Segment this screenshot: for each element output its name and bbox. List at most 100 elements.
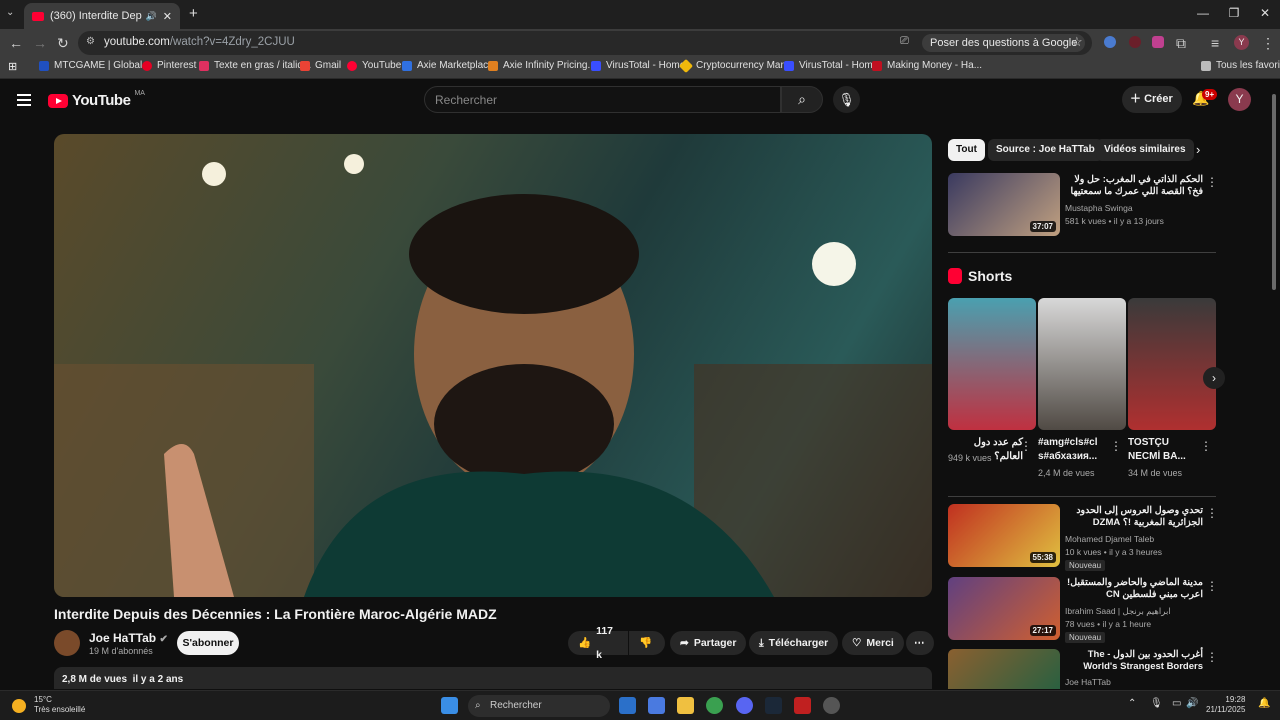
kebab-menu-icon[interactable]: ⋮ [1020, 439, 1032, 453]
related-title[interactable]: تحدي وصول العروس إلى الحدود الجزائرية ال… [1065, 505, 1203, 529]
bookmark-item[interactable]: Axie Infinity Pricing... [488, 60, 596, 71]
close-tab-icon[interactable]: ✕ [163, 10, 172, 23]
related-thumbnail[interactable]: 27:17 [948, 577, 1060, 640]
short-title[interactable]: TOSTÇU NECMİ BA... [1128, 436, 1203, 464]
description-box[interactable]: 2,8 M de vues il y a 2 ans [54, 667, 932, 689]
thanks-button[interactable]: ♡ Merci [842, 631, 904, 655]
chip-all[interactable]: Tout [948, 139, 985, 161]
menu-icon[interactable] [17, 94, 31, 109]
windows-start-icon[interactable] [441, 697, 458, 714]
back-icon[interactable]: ← [9, 35, 23, 51]
channel-name[interactable]: Joe HaTTab ✔ [89, 631, 168, 645]
file-explorer-icon[interactable] [677, 697, 694, 714]
forward-icon[interactable]: → [33, 35, 47, 51]
voice-search-icon[interactable]: 🎙 [833, 86, 860, 113]
video-player[interactable] [54, 134, 932, 597]
menu-dots-icon[interactable]: ⋮ [1261, 35, 1275, 52]
extensions-puzzle-icon[interactable]: ⧉ [1176, 35, 1186, 52]
apps-grid-icon[interactable]: ⊞ [8, 60, 17, 73]
store-icon[interactable] [648, 697, 665, 714]
address-bar[interactable]: ⚙ youtube.com/watch?v=4Zdry_2CJUU ⎚ Pose… [78, 31, 1092, 55]
more-actions-icon[interactable]: ⋯ [906, 631, 934, 655]
chrome-icon[interactable] [706, 697, 723, 714]
bookmark-item[interactable]: Making Money - Ha... [872, 60, 982, 71]
shorts-next-icon[interactable]: › [1203, 367, 1225, 389]
chip-similar[interactable]: Vidéos similaires [1096, 139, 1194, 161]
outlook-icon[interactable] [619, 697, 636, 714]
bookmark-item[interactable]: Texte en gras / italiq... [199, 60, 311, 71]
new-tab-icon[interactable]: + [189, 5, 198, 22]
extension-icon[interactable] [1152, 36, 1164, 48]
related-title[interactable]: الحكم الذاتي في المغرب: حل ولا فخ؟ القصة… [1065, 174, 1203, 198]
notifications-icon[interactable]: 🔔 [1258, 698, 1270, 709]
speaker-icon[interactable]: 🔊 [146, 11, 157, 22]
kebab-menu-icon[interactable]: ⋮ [1206, 175, 1218, 189]
chevron-right-icon[interactable]: › [1196, 142, 1200, 157]
dislike-button[interactable]: 👎 [629, 631, 665, 655]
discord-icon[interactable] [736, 697, 753, 714]
display-icon[interactable]: ▭ [1172, 698, 1181, 709]
extension-icon[interactable] [1104, 36, 1116, 48]
bookmark-item[interactable]: Axie Marketplace [402, 60, 494, 71]
profile-avatar[interactable]: Y [1234, 35, 1249, 50]
short-thumbnail[interactable] [1038, 298, 1126, 430]
active-tab[interactable]: (360) Interdite Depuis des D 🔊 ✕ [24, 3, 180, 29]
short-thumbnail[interactable] [948, 298, 1036, 430]
related-title[interactable]: مدينة الماضي والحاضر والمستقبل! اعرب مبن… [1065, 577, 1203, 601]
related-thumbnail[interactable]: 55:38 [948, 504, 1060, 567]
restore-icon[interactable]: ❐ [1219, 6, 1249, 20]
bookmark-item[interactable]: VirusTotal - Home [591, 60, 685, 71]
taskbar-search[interactable]: ⌕ Rechercher [468, 695, 610, 717]
share-button[interactable]: ➦ Partager [670, 631, 747, 655]
steam-icon[interactable] [765, 697, 782, 714]
weather-sun-icon[interactable] [12, 699, 26, 713]
youtube-logo[interactable]: YouTube MA [48, 90, 145, 109]
weather-widget[interactable]: 15°C Très ensoleillé [34, 695, 85, 715]
bookmark-item[interactable]: YouTube [347, 60, 401, 71]
clock[interactable]: 19:28 21/11/2025 [1206, 695, 1245, 715]
related-thumbnail[interactable]: 37:07 [948, 173, 1060, 236]
chip-source[interactable]: Source : Joe HaTTab [988, 139, 1103, 161]
short-title[interactable]: #amg#cls#cl s#абхазия... [1038, 436, 1113, 464]
bookmark-item[interactable]: Cryptocurrency Mar... [678, 58, 792, 73]
subscribe-button[interactable]: S'abonner [177, 631, 239, 655]
kebab-menu-icon[interactable]: ⋮ [1206, 650, 1218, 664]
like-button[interactable]: 👍 117 k [568, 625, 628, 661]
tab-search-icon[interactable]: ⌄ [6, 7, 14, 18]
bookmark-item[interactable]: MTCGAME | Global... [39, 60, 151, 71]
bookmark-item[interactable]: Pinterest [142, 60, 196, 71]
site-info-icon[interactable]: ⚙ [86, 36, 95, 47]
related-thumbnail[interactable] [948, 649, 1060, 689]
kebab-menu-icon[interactable]: ⋮ [1110, 439, 1122, 453]
mic-tray-icon[interactable]: 🎙 [1150, 698, 1163, 709]
account-avatar[interactable]: Y [1228, 88, 1251, 111]
tray-chevron-icon[interactable]: ⌃ [1128, 698, 1136, 709]
ask-google-button[interactable]: Poser des questions à Google [922, 34, 1086, 52]
reload-icon[interactable]: ↻ [57, 35, 69, 52]
bookmark-item[interactable]: Gmail [300, 60, 341, 71]
cast-icon[interactable]: ⎚ [900, 35, 909, 48]
app-icon[interactable] [794, 697, 811, 714]
kebab-menu-icon[interactable]: ⋮ [1200, 439, 1212, 453]
search-button[interactable]: ⌕ [781, 86, 823, 113]
close-window-icon[interactable]: ✕ [1250, 6, 1280, 20]
download-button[interactable]: ⤓ Télécharger [749, 631, 839, 655]
media-icon[interactable]: ≡ [1211, 35, 1219, 51]
related-title[interactable]: أغرب الحدود بين الدول - The World's Stra… [1065, 649, 1203, 673]
related-channel[interactable]: Ibrahim Saad | ابراهيم برنجل [1065, 606, 1171, 617]
related-channel[interactable]: Joe HaTTab [1065, 677, 1111, 687]
related-channel[interactable]: Mohamed Djamel Taleb [1065, 534, 1154, 544]
all-bookmarks[interactable]: Tous les favoris [1201, 60, 1280, 71]
create-button[interactable]: ＋ Créer [1122, 86, 1182, 113]
short-thumbnail[interactable] [1128, 298, 1216, 430]
app-icon[interactable] [823, 697, 840, 714]
minimize-icon[interactable]: — [1188, 6, 1218, 20]
related-channel[interactable]: Mustapha Swinga [1065, 203, 1133, 213]
extension-icon[interactable] [1129, 36, 1141, 48]
scrollbar-thumb[interactable] [1272, 94, 1276, 290]
search-input[interactable]: Rechercher [424, 86, 781, 113]
bookmark-star-icon[interactable]: ☆ [1071, 34, 1083, 50]
kebab-menu-icon[interactable]: ⋮ [1206, 579, 1218, 593]
bookmark-item[interactable]: VirusTotal - Home [784, 60, 878, 71]
channel-avatar[interactable] [54, 630, 80, 656]
